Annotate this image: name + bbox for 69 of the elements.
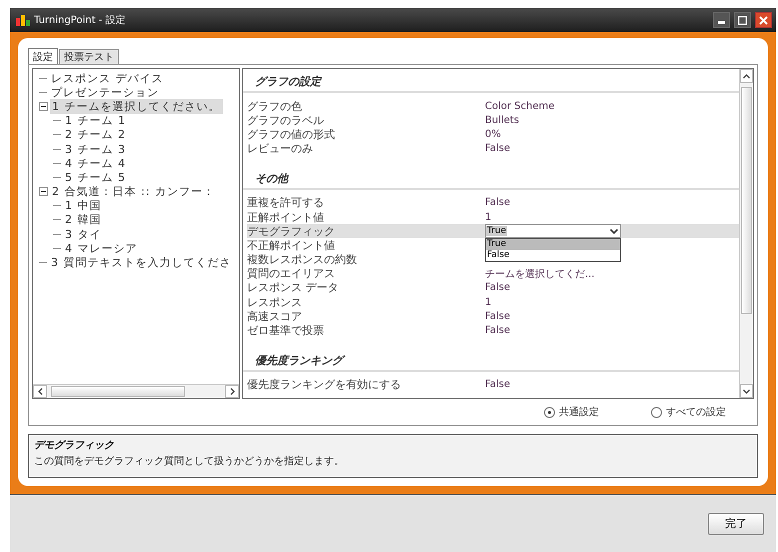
tree-item[interactable]: 3 タイ <box>63 226 104 242</box>
section-header: その他 <box>243 168 739 190</box>
property-value: 1 <box>485 296 492 308</box>
tab[interactable]: 投票テスト <box>59 49 119 64</box>
property-value: False <box>485 310 510 322</box>
tree-item[interactable]: レスポンス デバイス <box>49 70 166 86</box>
property-name[interactable]: 質問のエイリアス <box>247 266 485 282</box>
property-value: False <box>485 325 510 336</box>
property-value: Color Scheme <box>485 100 555 112</box>
vertical-scrollbar[interactable] <box>739 69 753 398</box>
tree-item[interactable]: 2 韓国 <box>63 212 104 228</box>
property-name[interactable]: レスポンス データ <box>247 280 485 296</box>
window-title: TurningPoint - 設定 <box>34 14 126 27</box>
property-name[interactable]: 重複を許可する <box>247 195 485 210</box>
radio-option[interactable]: すべての設定 <box>651 405 726 419</box>
tree-item[interactable]: 3 チーム 3 <box>63 142 128 157</box>
done-button[interactable]: 完了 <box>708 512 764 534</box>
property-name[interactable]: グラフの値の形式 <box>247 126 485 142</box>
collapse-icon[interactable] <box>39 187 48 196</box>
close-button[interactable] <box>755 12 772 28</box>
property-name[interactable]: グラフのラベル <box>247 112 485 128</box>
close-icon <box>759 16 768 24</box>
section-header: 優先度ランキング <box>243 350 739 372</box>
app-logo-icon <box>16 14 30 26</box>
collapse-icon[interactable] <box>39 102 48 111</box>
property-name[interactable]: レビューのみ <box>247 141 485 156</box>
property-value: 1 <box>485 212 492 223</box>
tab[interactable]: 設定 <box>28 48 58 64</box>
tree-item[interactable]: 1 チーム 1 <box>63 113 128 128</box>
dropdown-field[interactable]: True <box>485 224 621 238</box>
property-value: False <box>485 143 510 154</box>
section-header: グラフの設定 <box>243 71 739 93</box>
tree-item[interactable]: 1 チームを選択してください。 <box>50 98 222 114</box>
property-name[interactable]: 不正解ポイント値 <box>247 238 485 253</box>
property-name[interactable]: ゼロ基準で投票 <box>247 323 485 338</box>
maximize-icon <box>738 16 747 24</box>
property-name[interactable]: 正解ポイント値 <box>247 210 485 225</box>
tree-item[interactable]: 5 チーム 5 <box>63 170 128 185</box>
scroll-left-icon[interactable] <box>38 388 42 395</box>
dropdown-option[interactable]: True <box>486 239 620 250</box>
property-name[interactable]: 優先度ランキングを有効にする <box>247 377 485 392</box>
dropdown-option[interactable]: False <box>486 250 620 262</box>
property-name[interactable]: レスポンス <box>247 294 485 310</box>
property-name[interactable]: 複数レスポンスの約数 <box>247 252 485 268</box>
radio-option[interactable]: 共通設定 <box>544 405 599 419</box>
horizontal-scrollbar[interactable] <box>33 384 239 398</box>
property-name[interactable]: グラフの色 <box>247 98 485 114</box>
tree-item[interactable]: 2 合気道：日本 :: カンフー： <box>50 184 217 200</box>
tree-item[interactable]: プレゼンテーション <box>49 84 161 100</box>
tree-item[interactable]: 1 中国 <box>63 198 104 214</box>
minimize-button[interactable] <box>713 12 730 28</box>
scroll-down-icon[interactable] <box>743 388 750 394</box>
tree-item[interactable]: 4 チーム 4 <box>63 156 128 171</box>
property-value: 0% <box>485 128 501 140</box>
property-name[interactable]: 高速スコア <box>247 308 485 324</box>
scroll-up-icon[interactable] <box>743 74 750 78</box>
tree-item[interactable]: 3 質問テキストを入力してくださ <box>49 255 234 270</box>
description-text: この質問をデモグラフィック質問として扱うかどうかを指定します。 <box>34 454 345 468</box>
property-value: Bullets <box>485 114 520 126</box>
property-value: False <box>485 197 510 208</box>
property-value: False <box>485 282 510 294</box>
property-name[interactable]: デモグラフィック <box>247 224 485 239</box>
description-title: デモグラフィック <box>34 439 115 452</box>
tree-item[interactable]: 4 マレーシア <box>63 240 140 256</box>
property-value: False <box>485 379 510 390</box>
property-value: チームを選択してくだ... <box>485 268 595 281</box>
maximize-button[interactable] <box>734 12 751 28</box>
scroll-right-icon[interactable] <box>230 388 234 395</box>
tree-item[interactable]: 2 チーム 2 <box>63 127 128 142</box>
